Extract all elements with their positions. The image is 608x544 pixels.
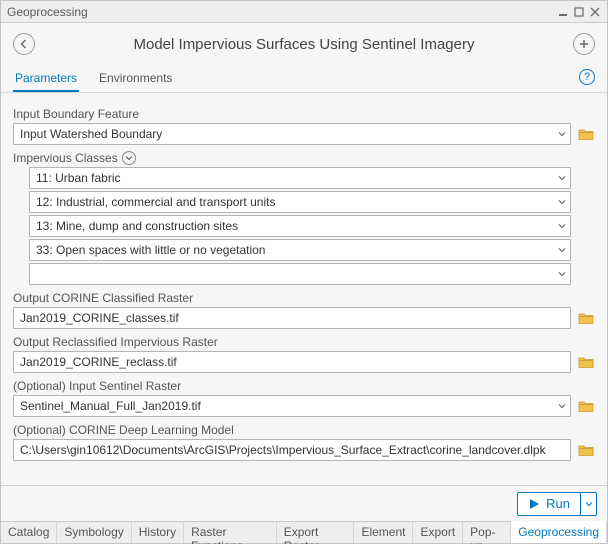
play-icon [528, 498, 540, 510]
input-boundary-combo[interactable]: Input Watershed Boundary [13, 123, 571, 145]
run-dropdown[interactable] [580, 493, 596, 515]
bottom-tab-catalog[interactable]: Catalog [1, 522, 57, 543]
chevron-down-icon [558, 246, 566, 254]
titlebar: Geoprocessing [1, 1, 607, 23]
run-bar: Run [1, 485, 607, 521]
run-label: Run [546, 496, 570, 511]
bottom-tab-geoprocessing[interactable]: Geoprocessing [511, 521, 607, 543]
impervious-classes-label: Impervious Classes [13, 151, 595, 165]
close-button[interactable] [587, 4, 603, 20]
geoprocessing-pane: Geoprocessing Model Impervious Surfaces … [0, 0, 608, 544]
chevron-down-icon [558, 270, 566, 278]
bottom-tab-raster-functions[interactable]: Raster Functions [184, 522, 277, 543]
class-combo-1[interactable]: 12: Industrial, commercial and transport… [29, 191, 571, 213]
add-button[interactable] [573, 33, 595, 55]
chevron-down-icon [558, 174, 566, 182]
class-combo-2[interactable]: 13: Mine, dump and construction sites [29, 215, 571, 237]
tab-environments[interactable]: Environments [97, 65, 174, 92]
output-corine-label: Output CORINE Classified Raster [13, 291, 595, 305]
browse-boundary-button[interactable] [577, 125, 595, 143]
chevron-down-icon [558, 402, 566, 410]
class-combo-4[interactable] [29, 263, 571, 285]
class-combo-3[interactable]: 33: Open spaces with little or no vegeta… [29, 239, 571, 261]
opt-sentinel-value: Sentinel_Manual_Full_Jan2019.tif [20, 399, 201, 413]
classes-collapse-toggle[interactable] [122, 151, 136, 165]
output-reclass-input[interactable]: Jan2019_CORINE_reclass.tif [13, 351, 571, 373]
class-value: 33: Open spaces with little or no vegeta… [36, 243, 265, 257]
class-combo-0[interactable]: 11: Urban fabric [29, 167, 571, 189]
chevron-down-icon [558, 222, 566, 230]
bottom-tab-export-raster[interactable]: Export Raster [277, 522, 355, 543]
class-value: 13: Mine, dump and construction sites [36, 219, 238, 233]
run-button[interactable]: Run [517, 492, 597, 516]
bottom-tab-symbology[interactable]: Symbology [57, 522, 131, 543]
chevron-down-icon [558, 198, 566, 206]
output-reclass-value: Jan2019_CORINE_reclass.tif [20, 355, 177, 369]
bottom-tab-export[interactable]: Export [413, 522, 463, 543]
back-button[interactable] [13, 33, 35, 55]
output-corine-value: Jan2019_CORINE_classes.tif [20, 311, 179, 325]
bottom-tab-history[interactable]: History [132, 522, 184, 543]
opt-model-value: C:\Users\gin10612\Documents\ArcGIS\Proje… [20, 443, 546, 457]
browse-output-corine-button[interactable] [577, 309, 595, 327]
autohide-button[interactable] [555, 4, 571, 20]
maximize-button[interactable] [571, 4, 587, 20]
tool-header: Model Impervious Surfaces Using Sentinel… [1, 23, 607, 61]
tool-tabs: Parameters Environments ? [1, 65, 607, 93]
help-button[interactable]: ? [579, 69, 595, 85]
parameters-form: Input Boundary Feature Input Watershed B… [1, 93, 607, 485]
chevron-down-icon [558, 130, 566, 138]
pane-title: Geoprocessing [7, 5, 555, 19]
opt-model-input[interactable]: C:\Users\gin10612\Documents\ArcGIS\Proje… [13, 439, 571, 461]
input-boundary-label: Input Boundary Feature [13, 107, 595, 121]
bottom-tab-popup[interactable]: Pop-up [463, 522, 511, 543]
browse-opt-model-button[interactable] [577, 441, 595, 459]
browse-output-reclass-button[interactable] [577, 353, 595, 371]
tab-parameters[interactable]: Parameters [13, 65, 79, 92]
input-boundary-value: Input Watershed Boundary [20, 127, 162, 141]
bottom-tabs: Catalog Symbology History Raster Functio… [1, 521, 607, 543]
opt-sentinel-label: (Optional) Input Sentinel Raster [13, 379, 595, 393]
output-corine-input[interactable]: Jan2019_CORINE_classes.tif [13, 307, 571, 329]
browse-opt-sentinel-button[interactable] [577, 397, 595, 415]
class-value: 12: Industrial, commercial and transport… [36, 195, 275, 209]
bottom-tab-element[interactable]: Element [354, 522, 413, 543]
output-reclass-label: Output Reclassified Impervious Raster [13, 335, 595, 349]
tool-title: Model Impervious Surfaces Using Sentinel… [35, 36, 573, 53]
opt-model-label: (Optional) CORINE Deep Learning Model [13, 423, 595, 437]
class-value: 11: Urban fabric [36, 171, 121, 185]
opt-sentinel-combo[interactable]: Sentinel_Manual_Full_Jan2019.tif [13, 395, 571, 417]
